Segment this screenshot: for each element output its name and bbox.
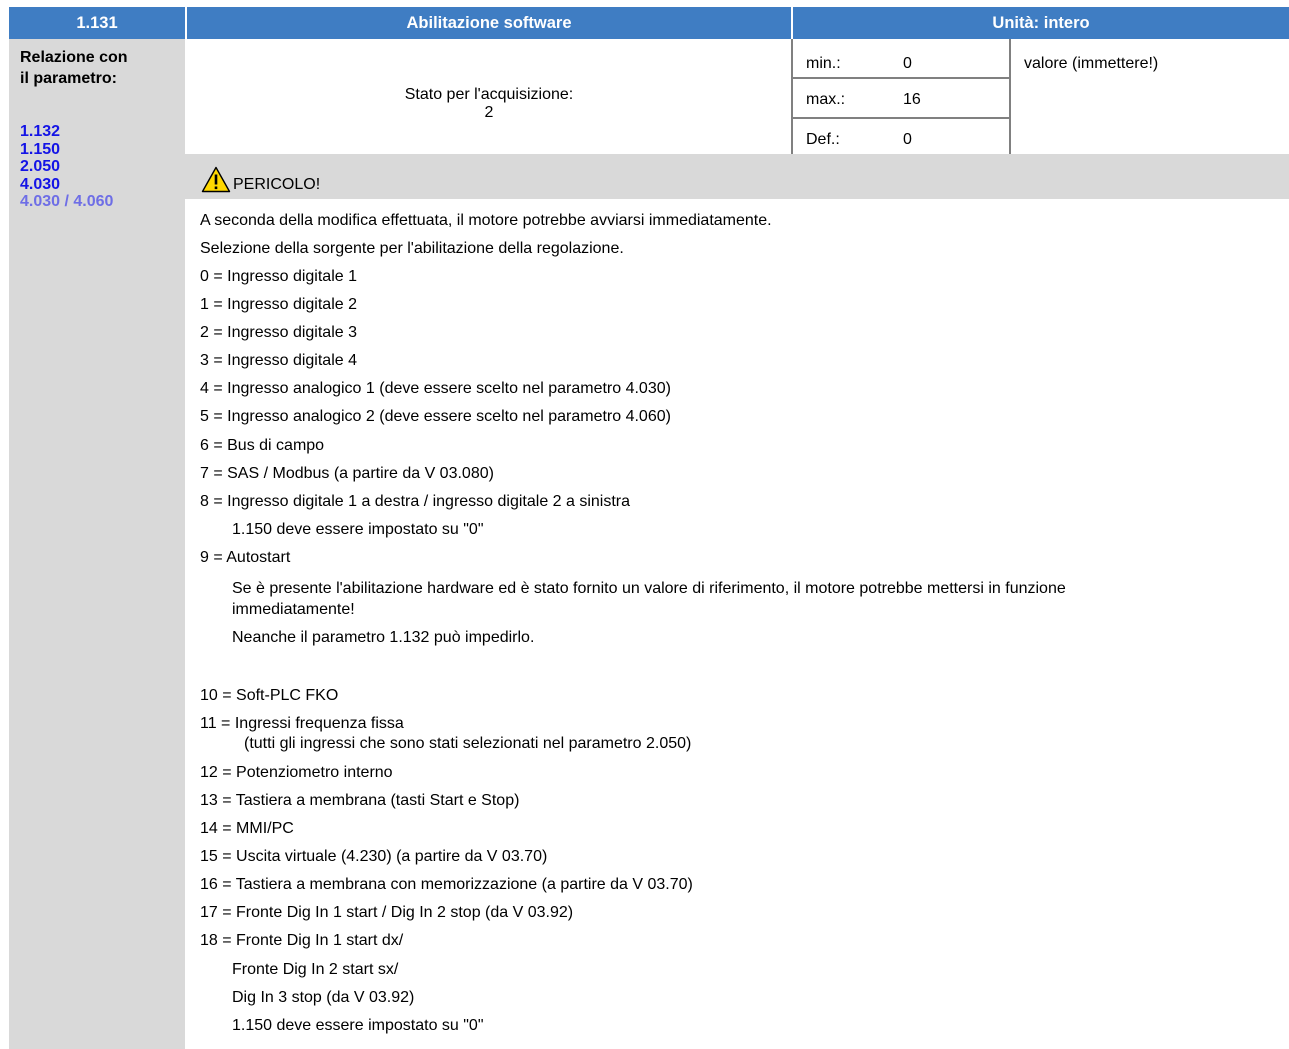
- unit-header: Unità: intero: [793, 7, 1289, 39]
- default-label: Def.:: [806, 131, 840, 148]
- option-note: immediatamente!: [232, 601, 355, 618]
- option-item: 8 = Ingresso digitale 1 a destra / ingre…: [200, 493, 631, 510]
- option-item: 15 = Uscita virtuale (4.230) (a partire …: [200, 848, 548, 865]
- param-number-header: 1.131: [9, 7, 185, 39]
- acquisition-state: Stato per l'acquisizione: 2: [187, 86, 791, 122]
- option-note: 1.150 deve essere impostato su "0": [232, 521, 484, 538]
- option-note: (tutti gli ingressi che sono stati selez…: [244, 735, 692, 752]
- acquisition-value: 2: [484, 104, 494, 121]
- option-item: 18 = Fronte Dig In 1 start dx/: [200, 932, 404, 949]
- danger-warning: PERICOLO!: [201, 166, 320, 193]
- option-item: 0 = Ingresso digitale 1: [200, 268, 357, 285]
- option-item: 3 = Ingresso digitale 4: [200, 352, 357, 369]
- option-item: 4 = Ingresso analogico 1 (deve essere sc…: [200, 380, 671, 397]
- table-border: [793, 77, 1009, 79]
- param-name-header: Abilitazione software: [187, 7, 791, 39]
- option-note: Se è presente l'abilitazione hardware ed…: [232, 580, 1066, 597]
- option-note: 1.150 deve essere impostato su "0": [232, 1017, 484, 1034]
- option-item: 2 = Ingresso digitale 3: [200, 324, 357, 341]
- option-item: 16 = Tastiera a membrana con memorizzazi…: [200, 876, 693, 893]
- option-item: 14 = MMI/PC: [200, 820, 294, 837]
- warning-triangle-icon: [201, 166, 231, 193]
- option-item: 6 = Bus di campo: [200, 437, 325, 454]
- option-item: 13 = Tastiera a membrana (tasti Start e …: [200, 792, 520, 809]
- option-note: Dig In 3 stop (da V 03.92): [232, 989, 415, 1006]
- table-border: [793, 117, 1009, 119]
- relation-panel: Relazione con il parametro: 1.132 1.150 …: [9, 39, 185, 1049]
- min-value: 0: [903, 55, 912, 72]
- option-item: 7 = SAS / Modbus (a partire da V 03.080): [200, 465, 494, 482]
- option-item: 12 = Potenziometro interno: [200, 764, 393, 781]
- value-note: valore (immettere!): [1024, 55, 1159, 72]
- relation-label: Relazione con il parametro:: [20, 49, 128, 87]
- option-note: Fronte Dig In 2 start sx/: [232, 961, 399, 978]
- intro-text: A seconda della modifica effettuata, il …: [200, 212, 772, 229]
- option-item: 10 = Soft-PLC FKO: [200, 687, 339, 704]
- related-link[interactable]: 1.132: [20, 123, 113, 141]
- related-link[interactable]: 1.150: [20, 141, 113, 159]
- option-note: Neanche il parametro 1.132 può impedirlo…: [232, 629, 535, 646]
- option-item: 17 = Fronte Dig In 1 start / Dig In 2 st…: [200, 904, 574, 921]
- max-label: max.:: [806, 91, 846, 108]
- danger-title: PERICOLO!: [233, 176, 321, 193]
- warning-band: [185, 154, 1289, 199]
- min-label: min.:: [806, 55, 841, 72]
- option-item: 5 = Ingresso analogico 2 (deve essere sc…: [200, 408, 671, 425]
- related-parameter-links: 1.132 1.150 2.050 4.030 4.030 / 4.060: [20, 123, 113, 211]
- max-value: 16: [903, 91, 921, 108]
- related-link[interactable]: 4.030: [20, 176, 113, 194]
- related-link-pair: 4.030 / 4.060: [20, 193, 113, 211]
- related-link[interactable]: 4.060: [73, 193, 113, 210]
- intro-text: Selezione della sorgente per l'abilitazi…: [200, 240, 624, 257]
- table-border: [791, 39, 793, 157]
- option-item: 1 = Ingresso digitale 2: [200, 296, 357, 313]
- option-item: 11 = Ingressi frequenza fissa: [200, 715, 404, 732]
- related-link[interactable]: 2.050: [20, 158, 113, 176]
- acquisition-label: Stato per l'acquisizione:: [404, 86, 574, 103]
- default-value: 0: [903, 131, 912, 148]
- option-item: 9 = Autostart: [200, 549, 291, 566]
- related-link[interactable]: 4.030: [20, 193, 60, 210]
- table-border: [1009, 39, 1011, 157]
